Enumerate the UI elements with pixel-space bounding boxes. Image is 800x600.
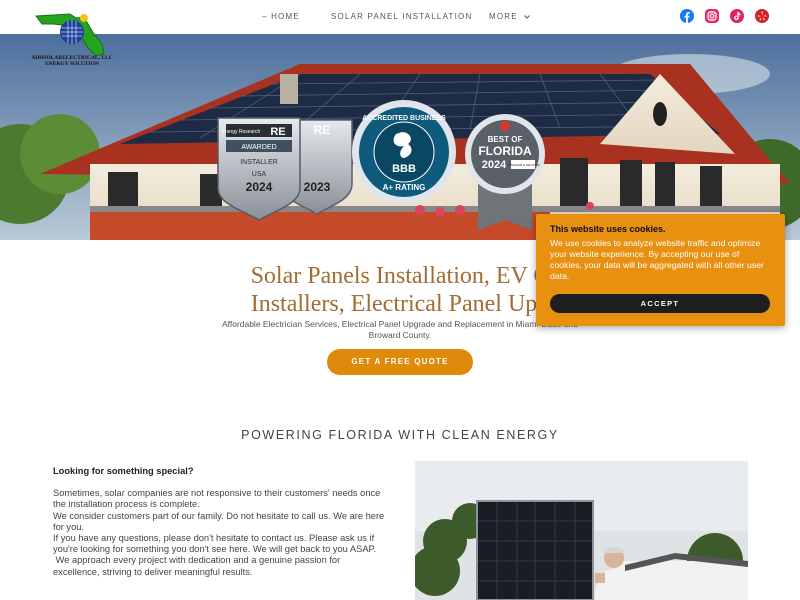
nav-more[interactable]: MORE (489, 12, 530, 21)
badge-bbb: ACCREDITED BUSINESS BBB A+ RATING (352, 100, 456, 204)
get-free-quote-button[interactable]: GET A FREE QUOTE (327, 349, 473, 375)
nav-solar-panel-installation[interactable]: SOLAR PANEL INSTALLATION (331, 12, 472, 21)
instagram-icon[interactable] (705, 9, 719, 23)
bbb-logo-text: BBB (392, 163, 416, 175)
about-paragraph-3: If you have any questions, please don't … (53, 533, 377, 555)
about-paragraph-1: Sometimes, solar companies are not respo… (53, 488, 381, 510)
photo-man-with-solar-panel (415, 461, 748, 600)
florida-note: HONORABLE MENTION (506, 163, 540, 167)
site-header: ADDSOLARELECTRICAL, LLC ENERGY SOLUTION … (0, 0, 800, 67)
svg-text:RE: RE (314, 123, 331, 137)
section-title: POWERING FLORIDA WITH CLEAN ENERGY (241, 428, 559, 442)
yelp-icon[interactable] (755, 9, 769, 23)
about-paragraph-4: We approach every project with dedicatio… (53, 555, 343, 577)
installer-photo (415, 461, 748, 600)
bbb-ring-text: ACCREDITED BUSINESS (362, 115, 446, 122)
badge-awarded: AWARDED (241, 144, 276, 151)
badge-installer-2024: Energy Research RE AWARDED INSTALLER USA… (217, 117, 301, 221)
cookie-consent-banner: This website uses cookies. We use cookie… (536, 214, 785, 326)
cookie-accept-button[interactable]: ACCEPT (550, 294, 770, 313)
badge-year: 2024 (246, 180, 273, 194)
nav-home[interactable]: – HOME (262, 12, 300, 21)
florida-map-logo (35, 13, 105, 57)
logo-tagline: ENERGY SOLUTION (45, 61, 99, 67)
hero-image-house-solar: RE 2023 Energy Research RE AWARDED INSTA… (0, 34, 800, 240)
chevron-down-icon (523, 14, 530, 19)
florida-year: 2024 (482, 159, 507, 171)
hero-banner: RE 2023 Energy Research RE AWARDED INSTA… (0, 34, 800, 240)
about-question: Looking for something special? (53, 466, 194, 476)
svg-text:RE: RE (270, 126, 285, 138)
cookie-title: This website uses cookies. (550, 224, 666, 234)
cookie-body: We use cookies to analyze website traffi… (550, 238, 764, 281)
badge-installer: INSTALLER (240, 159, 278, 166)
tiktok-icon[interactable] (730, 9, 744, 23)
facebook-icon[interactable] (680, 9, 694, 23)
florida-state: FLORIDA (478, 144, 532, 158)
bbb-rating: A+ RATING (383, 183, 426, 192)
badge-back-year: 2023 (304, 180, 331, 194)
badge-research: Energy Research (222, 129, 261, 135)
about-text: Looking for something special? Sometimes… (53, 466, 385, 578)
brand-logo[interactable]: ADDSOLARELECTRICAL, LLC ENERGY SOLUTION (24, 10, 120, 70)
badge-usa: USA (252, 171, 267, 178)
florida-best-of: BEST OF (488, 135, 523, 144)
subline-line-2: Broward County. (368, 330, 432, 340)
nav-more-label: MORE (489, 12, 518, 21)
about-paragraph-2: We consider customers part of our family… (53, 510, 385, 532)
